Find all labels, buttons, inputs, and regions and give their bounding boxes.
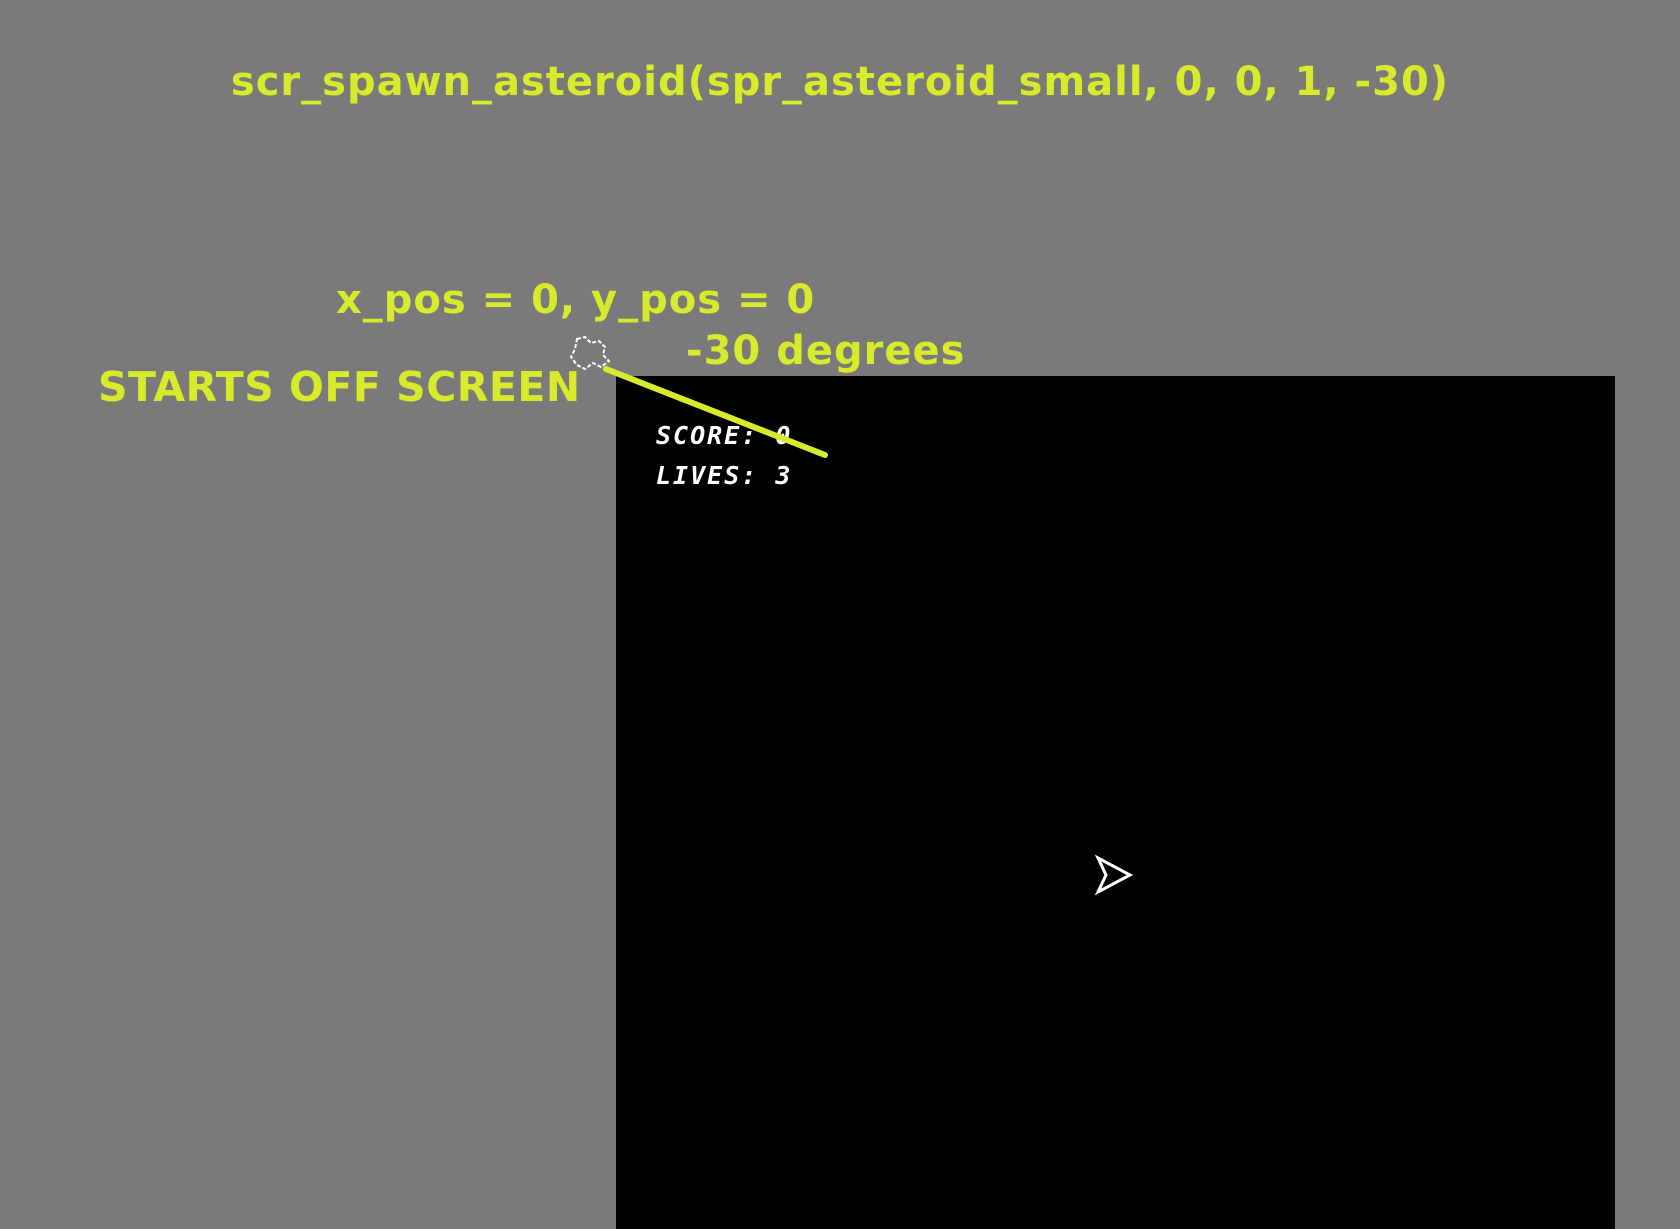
lives-value: 3 — [775, 461, 793, 490]
code-call-label: scr_spawn_asteroid(spr_asteroid_small, 0… — [230, 59, 1450, 105]
offscreen-label: STARTS OFF SCREEN — [98, 363, 581, 411]
position-label: x_pos = 0, y_pos = 0 — [336, 277, 816, 323]
score-display: SCORE: 0 — [656, 423, 792, 448]
game-view[interactable]: SCORE: 0 LIVES: 3 — [616, 376, 1615, 1229]
lives-display: LIVES: 3 — [656, 463, 792, 488]
score-value: 0 — [775, 421, 793, 450]
score-label: SCORE: — [656, 421, 759, 450]
lives-label: LIVES: — [656, 461, 759, 490]
angle-label: -30 degrees — [686, 328, 966, 374]
